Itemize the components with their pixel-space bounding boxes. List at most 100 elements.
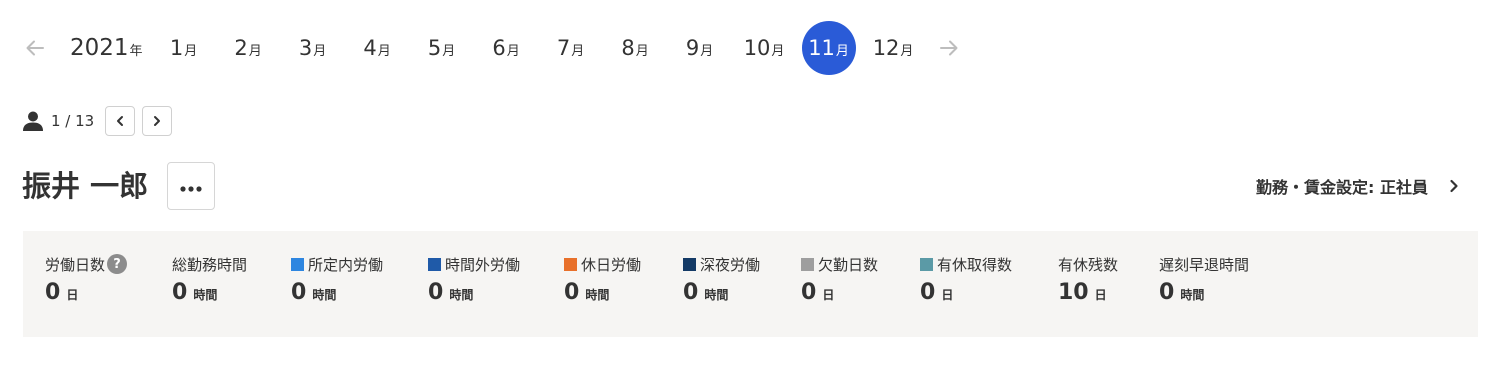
month-number: 1: [169, 36, 184, 60]
stat-number: 0: [291, 280, 307, 305]
stat-unit: 時間: [449, 288, 474, 302]
month-9[interactable]: 9月: [673, 21, 727, 75]
month-label: 9月: [686, 36, 713, 60]
month-label: 1月: [170, 36, 197, 60]
month-7[interactable]: 7月: [544, 21, 598, 75]
legend-swatch: [291, 257, 304, 271]
chevron-right-icon: [1448, 179, 1460, 193]
month-unit: 月: [571, 44, 585, 59]
stat-label-text: 総勤務時間: [172, 255, 248, 274]
arrow-left-icon[interactable]: [22, 35, 48, 61]
month-3[interactable]: 3月: [286, 21, 340, 75]
stat-value: 0 時間: [683, 280, 760, 305]
month-unit: 月: [635, 44, 649, 59]
stat-label-text: 深夜労働: [700, 255, 761, 274]
previous-employee-button[interactable]: [105, 106, 136, 136]
stat-item: 有休取得数 0 日: [920, 253, 1012, 305]
month-8[interactable]: 8月: [608, 21, 662, 75]
stat-unit: 日: [822, 288, 835, 302]
stat-label: 有休残数: [1058, 253, 1118, 275]
chevron-left-icon: [114, 112, 126, 131]
stat-number: 0: [564, 280, 580, 305]
employee-count: 1 / 13: [51, 112, 95, 130]
stat-unit: 時間: [312, 288, 337, 302]
stat-number: 10: [1058, 280, 1089, 305]
month-label: 11 月: [808, 36, 849, 60]
stat-unit: 時間: [704, 288, 729, 302]
month-1[interactable]: 1月: [157, 21, 211, 75]
arrow-right-icon[interactable]: [936, 35, 962, 61]
month-number: 6: [492, 36, 506, 60]
month-2[interactable]: 2月: [221, 21, 275, 75]
stat-item: 労働日数? 0 日: [45, 253, 128, 305]
legend-swatch: [564, 257, 577, 271]
month-unit: 月: [442, 44, 456, 59]
month-unit: 月: [248, 44, 262, 59]
stat-label: 労働日数?: [45, 253, 128, 275]
month-5[interactable]: 5月: [415, 21, 469, 75]
month-10[interactable]: 10 月: [737, 21, 791, 75]
month-12[interactable]: 12 月: [866, 21, 920, 75]
stat-item: 時間外労働 0 時間: [428, 253, 520, 305]
help-icon[interactable]: ?: [107, 254, 128, 274]
person-icon: [22, 110, 44, 132]
stat-label: 所定内労働: [291, 253, 383, 275]
stat-value: 0 時間: [1159, 280, 1249, 305]
stat-label-text: 労働日数: [45, 255, 106, 274]
stat-label: 時間外労働: [428, 253, 520, 275]
stat-number: 0: [801, 280, 817, 305]
month-number: 12: [872, 36, 900, 60]
stat-unit: 時間: [193, 288, 218, 302]
stat-number: 0: [1159, 280, 1175, 305]
work-wage-settings-link[interactable]: 勤務・賃金設定: 正社員: [1256, 172, 1460, 200]
month-unit: 月: [835, 44, 849, 59]
stat-label-text: 所定内労働: [308, 255, 384, 274]
stat-item: 所定内労働 0 時間: [291, 253, 383, 305]
stat-label: 遅刻早退時間: [1159, 253, 1249, 275]
stat-item: 総勤務時間 0 時間: [172, 253, 248, 306]
month-label: 2月: [234, 36, 261, 60]
legend-swatch: [428, 257, 441, 271]
stat-label-text: 有休残数: [1058, 255, 1119, 274]
month-unit: 月: [184, 44, 198, 59]
stat-label-text: 休日労働: [581, 255, 642, 274]
stat-value: 0 時間: [291, 280, 383, 305]
legend-swatch: [683, 257, 696, 271]
month-6[interactable]: 6月: [479, 21, 533, 75]
month-unit: 月: [506, 44, 520, 59]
month-label: 6月: [492, 36, 519, 60]
month-number: 8: [621, 36, 635, 60]
stat-label: 深夜労働: [683, 253, 760, 275]
month-number: 7: [556, 36, 571, 60]
month-4[interactable]: 4月: [350, 21, 404, 75]
stat-value: 0 時間: [428, 280, 520, 305]
stat-unit: 日: [66, 288, 79, 302]
stat-item: 休日労働 0 時間: [564, 253, 641, 305]
month-unit: 月: [377, 44, 391, 59]
attendance-summary-panel: 労働日数? 0 日総勤務時間 0 時間 所定内労働 0 時間 時間外労働 0 時間 休日労働 0 時間 深夜…: [23, 231, 1478, 337]
legend-swatch: [801, 257, 814, 271]
month-list: 1 月 2 月 3 月 4 月 5 月 6 月 7 月 8 月 9 月 10 月 11 月 12 月: [147, 21, 921, 75]
month-navigation: 2021 年 1 月 2 月 3 月 4 月 5 月 6 月 7 月 8 月 9 月 10 月 11 月 12 月: [22, 21, 962, 75]
stat-unit: 時間: [585, 288, 610, 302]
month-11[interactable]: 11 月: [801, 21, 856, 75]
month-number: 11: [808, 36, 835, 60]
month-number: 5: [427, 36, 442, 60]
stat-unit: 日: [941, 288, 954, 302]
more-options-button[interactable]: [167, 162, 215, 210]
month-unit: 月: [900, 44, 914, 59]
stat-number: 0: [920, 280, 936, 305]
stat-label-text: 遅刻早退時間: [1159, 255, 1250, 274]
stat-label: 欠勤日数: [801, 253, 878, 275]
stat-number: 0: [683, 280, 699, 305]
month-unit: 月: [771, 44, 785, 59]
month-number: 10: [743, 36, 771, 60]
year-label: 2021 年: [70, 35, 143, 61]
next-employee-button[interactable]: [142, 106, 173, 136]
month-label: 5月: [428, 36, 455, 60]
month-unit: 月: [313, 44, 327, 59]
month-label: 3月: [299, 36, 326, 60]
stat-item: 有休残数 10 日: [1058, 253, 1118, 306]
stat-number: 0: [428, 280, 444, 305]
year-number: 2021: [70, 35, 129, 61]
